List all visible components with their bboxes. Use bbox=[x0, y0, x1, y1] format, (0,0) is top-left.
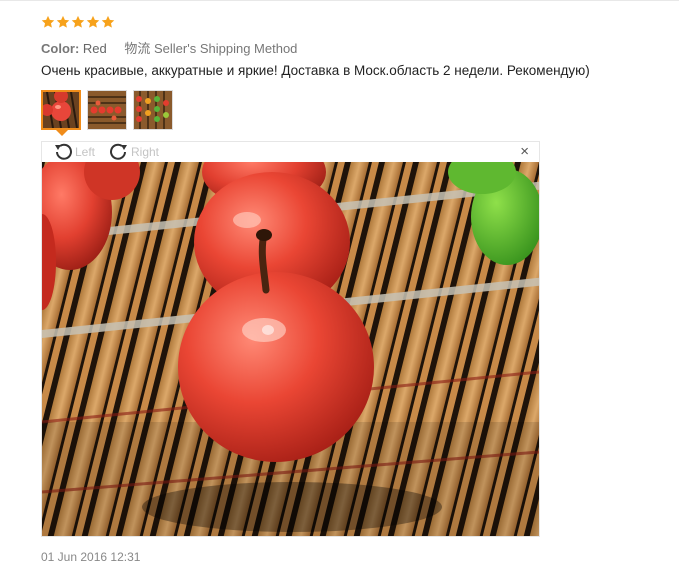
apples-row-thumbnail bbox=[88, 91, 126, 129]
star-icon bbox=[41, 15, 55, 28]
shipping-method: 物流 Seller's Shipping Method bbox=[124, 41, 298, 56]
color-value: Red bbox=[82, 41, 107, 56]
top-divider bbox=[0, 0, 679, 1]
photo-thumbnails bbox=[41, 90, 173, 130]
viewer-toolbar: Left Right × bbox=[42, 142, 539, 162]
star-rating bbox=[41, 15, 115, 29]
apple-photo-thumbnail bbox=[43, 92, 79, 128]
close-icon[interactable]: × bbox=[520, 144, 529, 160]
fruits-variety-thumbnail bbox=[134, 91, 172, 129]
star-icon bbox=[71, 15, 85, 28]
star-icon bbox=[56, 15, 70, 28]
rotate-left-label: Left bbox=[75, 145, 96, 159]
rotate-right-button[interactable]: Right bbox=[108, 142, 159, 162]
review-date: 01 Jun 2016 12:31 bbox=[41, 550, 141, 564]
order-attributes: Color: Red 物流 Seller's Shipping Method bbox=[41, 38, 297, 57]
review-text: Очень красивые, аккуратные и яркие! Дост… bbox=[41, 63, 590, 78]
photo-thumbnail-1[interactable] bbox=[41, 90, 81, 130]
rotate-right-icon bbox=[110, 143, 127, 160]
rotate-right-label: Right bbox=[131, 145, 160, 159]
review-photo bbox=[42, 162, 539, 536]
photo-thumbnail-2[interactable] bbox=[87, 90, 127, 130]
active-thumbnail-pointer bbox=[56, 130, 68, 136]
star-icon bbox=[86, 15, 100, 28]
rotate-left-icon bbox=[55, 143, 72, 160]
rotate-left-button[interactable]: Left bbox=[52, 142, 95, 162]
apple-on-bamboo-mat-image bbox=[42, 162, 539, 536]
photo-viewer: Left Right × bbox=[41, 141, 540, 537]
color-label: Color: bbox=[41, 41, 80, 56]
star-icon bbox=[101, 15, 115, 28]
photo-thumbnail-3[interactable] bbox=[133, 90, 173, 130]
